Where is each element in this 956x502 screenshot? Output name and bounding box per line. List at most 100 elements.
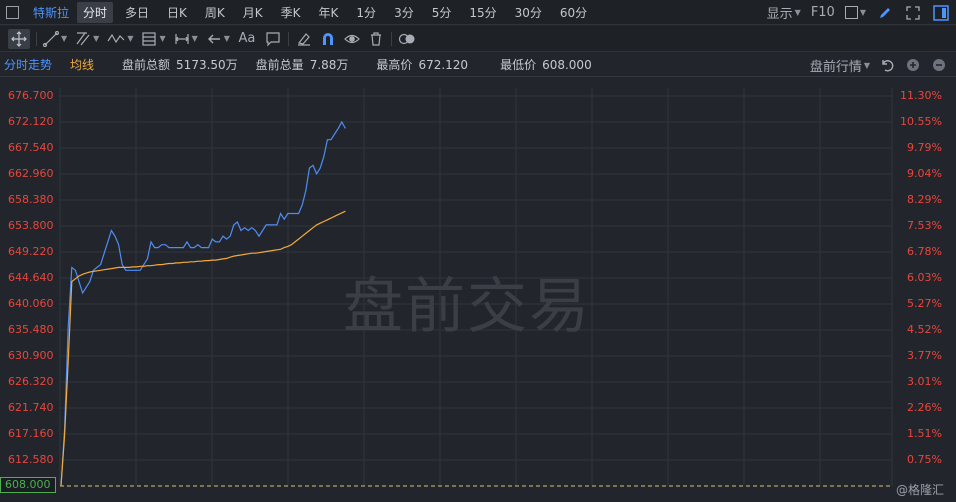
tab-average-line[interactable]: 均线 xyxy=(70,56,94,73)
timeframe-tab[interactable]: 60分 xyxy=(554,2,593,23)
chevron-down-icon: ▼ xyxy=(159,34,166,43)
source-credit: @格隆汇 xyxy=(895,483,944,497)
link-toggle-icon[interactable] xyxy=(398,29,416,49)
info-right-tools: 盘前行情 ▼ xyxy=(810,53,948,77)
percent-tick-label: 9.79% xyxy=(907,141,942,154)
eraser-icon[interactable] xyxy=(295,29,313,49)
percent-tick-label: 8.29% xyxy=(907,193,942,206)
percent-tick-label: 6.03% xyxy=(907,271,942,284)
price-tick-label: 626.320 xyxy=(8,375,54,388)
price-tick-label: 635.480 xyxy=(8,323,54,336)
timeframe-tab[interactable]: 年K xyxy=(313,2,345,23)
premarket-quote-label: 盘前行情 xyxy=(809,59,862,75)
timeframe-tab[interactable]: 多日 xyxy=(119,2,155,23)
percent-tick-label: 1.51% xyxy=(907,427,942,440)
square-icon xyxy=(844,6,858,19)
timeframe-tab[interactable]: 日K xyxy=(161,2,193,23)
zoom-out-icon[interactable] xyxy=(930,55,948,75)
timeframe-tab[interactable]: 1分 xyxy=(350,2,382,23)
timeframe-tab[interactable]: 分时 xyxy=(77,1,114,23)
timeframe-tab[interactable]: 周K xyxy=(199,2,231,23)
price-tick-label: 644.640 xyxy=(8,271,54,284)
premarket-amount-label: 盘前总额 xyxy=(122,58,171,72)
channel-line-icon[interactable]: ▼ xyxy=(75,29,99,49)
chevron-down-icon: ▼ xyxy=(61,34,68,43)
low-price-label: 最低价 xyxy=(500,58,537,72)
chevron-down-icon: ▼ xyxy=(859,8,866,17)
timeframe-toolbar: 特斯拉 分时 多日 日K 周K 月K 季K 年K 1分 3分 5分 15分 30分 60分 显示 ▼ F1… xyxy=(0,0,956,25)
arrow-left-icon[interactable]: ▼ xyxy=(206,29,230,49)
premarket-amount-value: 5173.50万 xyxy=(176,58,238,72)
high-price-label: 最高价 xyxy=(376,58,413,72)
timeframe-tab[interactable]: 月K xyxy=(237,2,269,23)
chevron-down-icon: ▼ xyxy=(127,34,134,43)
separator xyxy=(390,31,392,46)
price-tick-label: 649.220 xyxy=(8,245,54,258)
percent-tick-label: 2.26% xyxy=(907,401,942,414)
separator xyxy=(287,31,289,46)
price-tick-label: 621.740 xyxy=(8,401,54,414)
price-tick-label: 612.580 xyxy=(8,453,54,466)
intraday-chart[interactable]: 盘前交易 676.700 672.120 667.540 662.960 658.380… xyxy=(0,78,956,502)
price-tick-label: 658.380 xyxy=(8,193,54,206)
percent-tick-label: 9.04% xyxy=(907,167,942,180)
display-menu[interactable]: 显示 ▼ xyxy=(767,3,801,23)
timeframe-tab[interactable]: 5分 xyxy=(426,2,458,23)
timeframe-tab[interactable]: 30分 xyxy=(509,2,548,23)
pen-icon[interactable] xyxy=(876,3,894,23)
trash-icon[interactable] xyxy=(367,29,385,49)
tab-intraday[interactable]: 分时走势 xyxy=(4,56,52,73)
timeframe-tab[interactable]: 3分 xyxy=(388,2,420,23)
high-price-value: 672.120 xyxy=(418,58,469,72)
price-tick-label: 676.700 xyxy=(8,89,54,102)
premarket-volume-label: 盘前总量 xyxy=(255,58,304,72)
percent-tick-label: 0.75% xyxy=(907,453,942,466)
right-tools: 显示 ▼ F10 ▼ xyxy=(767,0,950,25)
undo-icon[interactable] xyxy=(878,55,896,75)
wave-line-icon[interactable]: ▼ xyxy=(107,29,133,49)
chevron-down-icon: ▼ xyxy=(223,34,230,43)
chevron-down-icon: ▼ xyxy=(93,34,100,43)
trend-line-icon[interactable]: ▼ xyxy=(43,29,67,49)
display-label: 显示 xyxy=(766,7,793,22)
f10-button[interactable]: F10 xyxy=(811,3,835,23)
watermark-text: 盘前交易 xyxy=(343,272,591,342)
percent-tick-label: 3.77% xyxy=(907,349,942,362)
premarket-volume: 盘前总量 7.88万 xyxy=(256,56,349,73)
percent-tick-label: 7.53% xyxy=(907,219,942,232)
eye-icon[interactable] xyxy=(343,29,361,49)
comment-icon[interactable] xyxy=(264,29,282,49)
sidebar-toggle-icon[interactable] xyxy=(6,5,19,19)
fibonacci-icon[interactable]: ▼ xyxy=(141,29,166,49)
price-tick-label: 672.120 xyxy=(8,115,54,128)
price-tick-label: 662.960 xyxy=(8,167,54,180)
fullscreen-icon[interactable] xyxy=(904,3,922,23)
premarket-volume-value: 7.88万 xyxy=(309,58,349,72)
timeframe-tab[interactable]: 15分 xyxy=(463,2,502,23)
panel-toggle-icon[interactable] xyxy=(932,3,950,23)
percent-tick-label: 10.55% xyxy=(900,115,942,128)
low-price: 最低价 608.000 xyxy=(500,56,592,73)
text-tool-button[interactable]: Aa xyxy=(238,29,256,49)
price-tick-label: 617.160 xyxy=(8,427,54,440)
stock-name[interactable]: 特斯拉 xyxy=(25,4,77,21)
base-price-label: 608.000 xyxy=(0,477,56,493)
premarket-amount: 盘前总额 5173.50万 xyxy=(122,56,238,73)
low-price-value: 608.000 xyxy=(542,58,592,72)
percent-tick-label: 5.27% xyxy=(907,297,942,310)
timeframe-tabs: 分时 多日 日K 周K 月K 季K 年K 1分 3分 5分 15分 30分 60分 xyxy=(77,1,599,23)
separator xyxy=(36,31,37,46)
crosshair-move-icon[interactable] xyxy=(8,28,30,49)
magnet-icon[interactable] xyxy=(319,29,337,49)
zoom-in-icon[interactable] xyxy=(904,55,922,75)
premarket-quote-menu[interactable]: 盘前行情 ▼ xyxy=(810,55,870,75)
percent-tick-label: 11.30% xyxy=(900,89,942,102)
measure-icon[interactable]: ▼ xyxy=(174,29,198,49)
checkbox-menu[interactable]: ▼ xyxy=(844,3,866,23)
timeframe-tab[interactable]: 季K xyxy=(275,2,307,23)
price-tick-label: 630.900 xyxy=(8,349,54,362)
percent-tick-label: 4.52% xyxy=(907,323,942,336)
price-tick-label: 667.540 xyxy=(8,141,54,154)
drawing-toolbar: ▼ ▼ ▼ ▼ ▼ ▼ Aa xyxy=(0,26,956,52)
percent-tick-label: 6.78% xyxy=(907,245,942,258)
